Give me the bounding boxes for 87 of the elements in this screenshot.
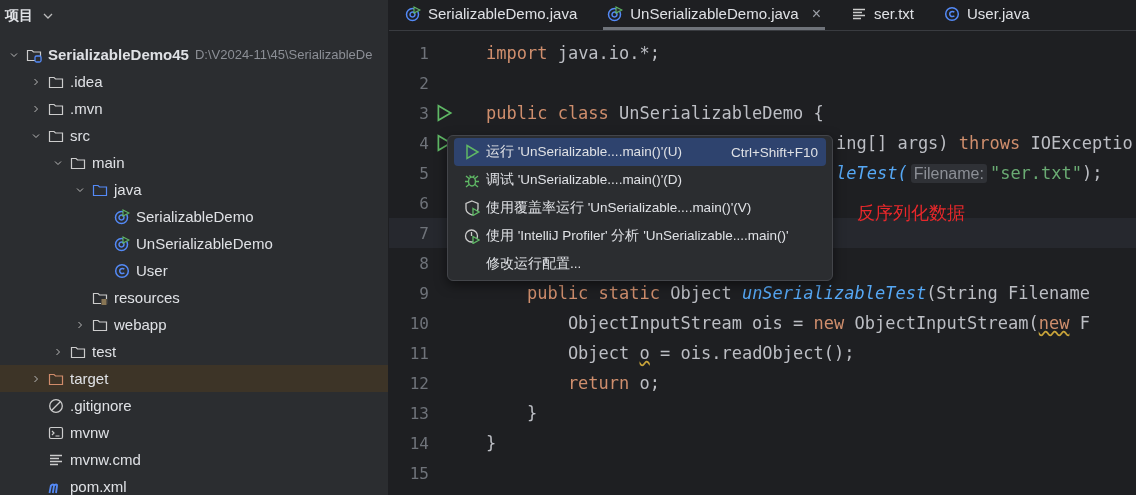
tree-item-label[interactable]: resources bbox=[114, 289, 180, 306]
code-token: return bbox=[567, 373, 630, 393]
tree-item-label[interactable]: src bbox=[70, 127, 90, 144]
editor-tab[interactable]: User.java bbox=[940, 0, 1034, 30]
tree-item-label[interactable]: SerializableDemo45 bbox=[48, 46, 189, 63]
tree-item-label[interactable]: UnSerializableDemo bbox=[136, 235, 273, 252]
tree-item-label[interactable]: SerializableDemo bbox=[136, 208, 254, 225]
tree-item-label[interactable]: .gitignore bbox=[70, 397, 132, 414]
line-number: 2 bbox=[418, 73, 429, 93]
code-token: "ser.txt" bbox=[989, 163, 1083, 183]
line-number: 8 bbox=[418, 253, 429, 273]
close-icon[interactable]: × bbox=[811, 4, 821, 23]
line-number: 15 bbox=[408, 463, 429, 483]
class-run-icon bbox=[405, 5, 421, 22]
menu-item[interactable]: 使用覆盖率运行 'UnSerializable....main()'(V) bbox=[454, 194, 826, 222]
line-number: 1 bbox=[418, 43, 429, 63]
code-token: unSerializableTest bbox=[741, 283, 927, 303]
line-number: 3 bbox=[418, 103, 429, 123]
tree-item-label[interactable]: webapp bbox=[114, 316, 167, 333]
tree-item-label[interactable]: main bbox=[92, 154, 125, 171]
code-token: java.io.*; bbox=[556, 43, 660, 63]
class-run-icon bbox=[607, 5, 624, 22]
code-token: UnSerializableDemo { bbox=[618, 103, 824, 123]
tree-item-label[interactable]: test bbox=[92, 343, 117, 360]
code-token: ing[] args) bbox=[836, 133, 950, 153]
code-token: (String Filename bbox=[926, 283, 1090, 303]
code-token: = ois.readObject(); bbox=[659, 343, 855, 363]
panel-title[interactable]: 项目 bbox=[5, 6, 33, 25]
clock-run-icon bbox=[464, 228, 480, 244]
code-token: o bbox=[639, 343, 650, 363]
menu-item[interactable]: 运行 'UnSerializable....main()'(U) Ctrl+Shift+F10 bbox=[454, 138, 826, 166]
code-token: F bbox=[1078, 313, 1090, 333]
tree-row[interactable]: target bbox=[0, 365, 388, 392]
code-token: throws bbox=[958, 133, 1021, 153]
editor-tab[interactable]: UnSerializableDemo.java × bbox=[603, 0, 825, 30]
prohibited-icon bbox=[48, 397, 64, 414]
code-token: o; bbox=[638, 373, 660, 393]
parameter-hint: Filename: bbox=[910, 164, 987, 183]
line-number: 11 bbox=[408, 343, 429, 363]
annotation-text: 反序列化数据 bbox=[857, 201, 965, 225]
code-token: IOExceptio bbox=[1029, 133, 1133, 153]
line-number: 7 bbox=[418, 223, 429, 243]
line-number: 9 bbox=[418, 283, 429, 303]
tree-item-label[interactable]: .idea bbox=[70, 73, 103, 90]
run-icon bbox=[464, 144, 480, 160]
tree-item-label[interactable]: mvnw bbox=[70, 424, 110, 441]
menu-item[interactable]: 使用 'IntelliJ Profiler' 分析 'UnSerializable....main()' bbox=[454, 222, 826, 250]
code-token: new bbox=[813, 313, 845, 333]
tree-item-label[interactable]: java bbox=[114, 181, 142, 198]
code-token: } bbox=[526, 403, 538, 423]
code-token: ObjectInputStream( bbox=[853, 313, 1039, 333]
menu-item[interactable]: 修改运行配置... bbox=[454, 250, 826, 278]
code-token: import bbox=[486, 43, 548, 63]
project-path: D:\V2024-11\45\SerializableDe bbox=[194, 47, 373, 62]
code-token: leTest( bbox=[836, 163, 908, 183]
line-number: 12 bbox=[408, 373, 429, 393]
bug-icon bbox=[464, 172, 480, 188]
tree-item-label[interactable]: mvnw.cmd bbox=[70, 451, 141, 468]
run-icon[interactable] bbox=[435, 104, 453, 122]
line-number: 13 bbox=[408, 403, 429, 423]
class-icon bbox=[944, 5, 961, 22]
class-icon bbox=[114, 262, 130, 279]
code-token: ); bbox=[1082, 163, 1103, 183]
editor-tab[interactable]: SerializableDemo.java bbox=[401, 0, 582, 30]
code-token: new bbox=[1038, 313, 1070, 333]
code-token: public static bbox=[526, 283, 660, 303]
code-token: ObjectInputStream ois = bbox=[567, 313, 805, 333]
class-run-icon bbox=[114, 208, 130, 225]
line-number: 14 bbox=[408, 433, 429, 453]
code-token: Object bbox=[669, 283, 733, 303]
code-token: public class bbox=[486, 103, 609, 123]
line-number: 10 bbox=[408, 313, 429, 333]
line-number: 4 bbox=[418, 133, 429, 153]
line-number: 6 bbox=[418, 193, 429, 213]
code-token: Object bbox=[567, 343, 631, 363]
line-number: 5 bbox=[418, 163, 429, 183]
terminal-icon bbox=[48, 424, 64, 441]
tree-item-label[interactable]: User bbox=[136, 262, 168, 279]
menu-item[interactable]: 调试 'UnSerializable....main()'(D) bbox=[454, 166, 826, 194]
editor-tab[interactable]: ser.txt bbox=[847, 0, 919, 30]
class-run-icon bbox=[114, 235, 130, 252]
shortcut-label: Ctrl+Shift+F10 bbox=[730, 144, 818, 160]
tree-item-label[interactable]: target bbox=[70, 370, 109, 387]
tree-item-label[interactable]: .mvn bbox=[70, 100, 103, 117]
code-token: } bbox=[486, 433, 497, 453]
tree-item-label[interactable]: pom.xml bbox=[70, 478, 127, 495]
shield-run-icon bbox=[464, 200, 480, 216]
